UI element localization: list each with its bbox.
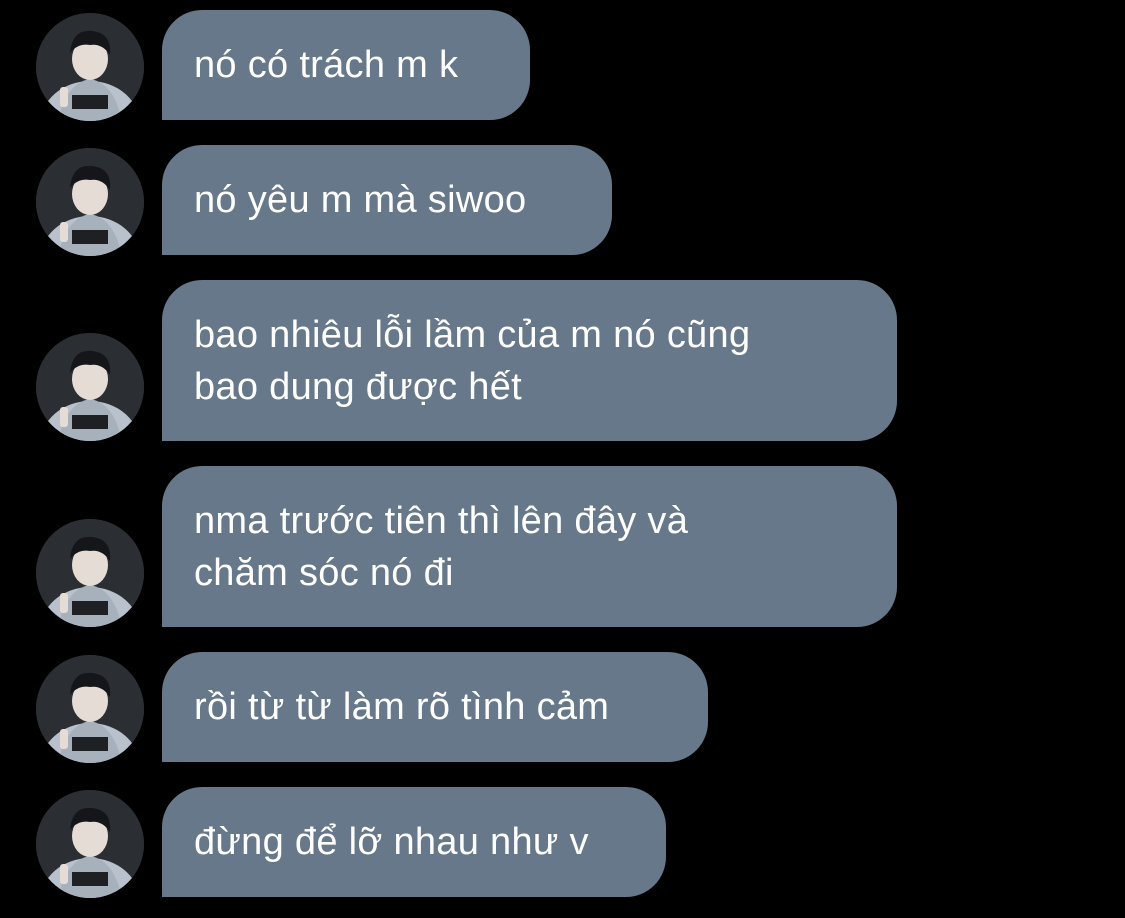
avatar[interactable]	[36, 148, 144, 256]
message-row: nó yêu m mà siwoo	[0, 145, 1125, 256]
profile-photo-icon	[36, 148, 144, 256]
message-bubble[interactable]: đừng để lỡ nhau như v	[162, 787, 666, 897]
profile-photo-icon	[36, 333, 144, 441]
avatar[interactable]	[36, 655, 144, 763]
message-bubble[interactable]: rồi từ từ làm rõ tình cảm	[162, 652, 708, 762]
message-bubble[interactable]: nma trước tiên thì lên đây và chăm sóc n…	[162, 466, 897, 627]
chat-thread: nó có trách m k nó yêu m mà siwoo bao nh…	[0, 0, 1125, 918]
message-row: bao nhiêu lỗi lầm của m nó cũng bao dung…	[0, 280, 1125, 441]
message-bubble[interactable]: nó yêu m mà siwoo	[162, 145, 612, 255]
avatar[interactable]	[36, 519, 144, 627]
profile-photo-icon	[36, 519, 144, 627]
message-row: nma trước tiên thì lên đây và chăm sóc n…	[0, 466, 1125, 627]
message-row: rồi từ từ làm rõ tình cảm	[0, 652, 1125, 763]
profile-photo-icon	[36, 655, 144, 763]
message-row: đừng để lỡ nhau như v	[0, 787, 1125, 898]
avatar[interactable]	[36, 333, 144, 441]
profile-photo-icon	[36, 790, 144, 898]
message-row: nó có trách m k	[0, 10, 1125, 121]
message-bubble[interactable]: bao nhiêu lỗi lầm của m nó cũng bao dung…	[162, 280, 897, 441]
avatar[interactable]	[36, 790, 144, 898]
avatar[interactable]	[36, 13, 144, 121]
message-bubble[interactable]: nó có trách m k	[162, 10, 530, 120]
profile-photo-icon	[36, 13, 144, 121]
